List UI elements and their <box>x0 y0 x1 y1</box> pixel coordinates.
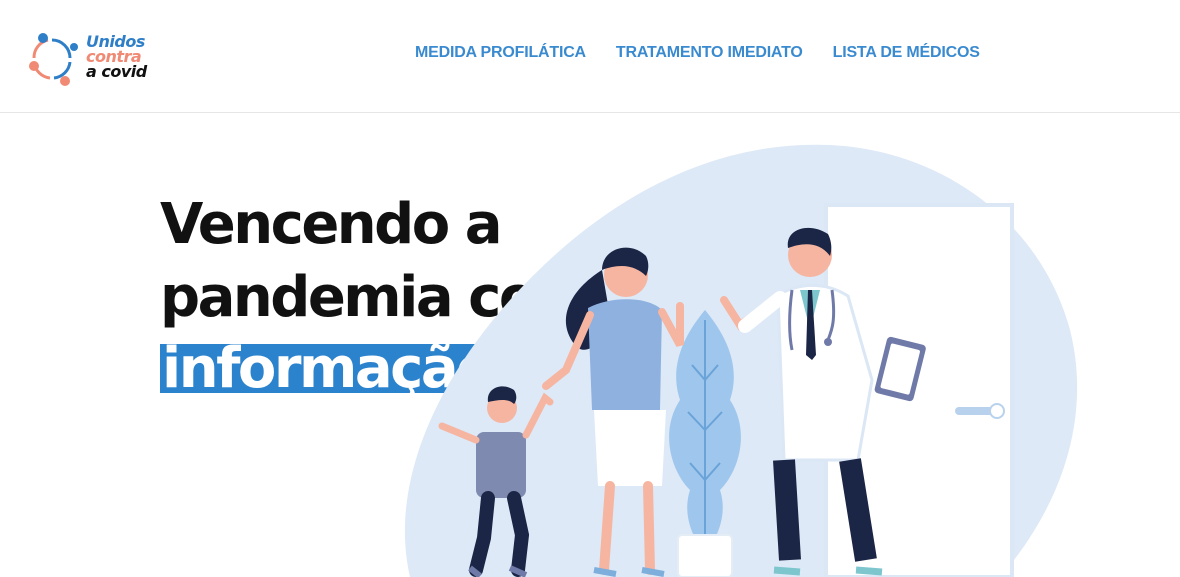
logo-circle-icon <box>29 33 78 86</box>
logo-wordmark: Unidos contra a covid <box>86 34 147 81</box>
hero-illustration <box>404 144 1078 577</box>
nav-medida-profilatica[interactable]: MEDIDA PROFILÁTICA <box>415 44 586 62</box>
nav-tratamento-imediato[interactable]: TRATAMENTO IMEDIATO <box>616 44 803 62</box>
site-header: Unidos contra a covid MEDIDA PROFILÁTICA… <box>0 0 1180 113</box>
main-nav: MEDIDA PROFILÁTICA TRATAMENTO IMEDIATO L… <box>415 44 980 62</box>
nav-lista-de-medicos[interactable]: LISTA DE MÉDICOS <box>833 44 980 62</box>
logo-line-3: a covid <box>86 62 147 81</box>
site-logo[interactable]: Unidos contra a covid <box>28 30 168 88</box>
